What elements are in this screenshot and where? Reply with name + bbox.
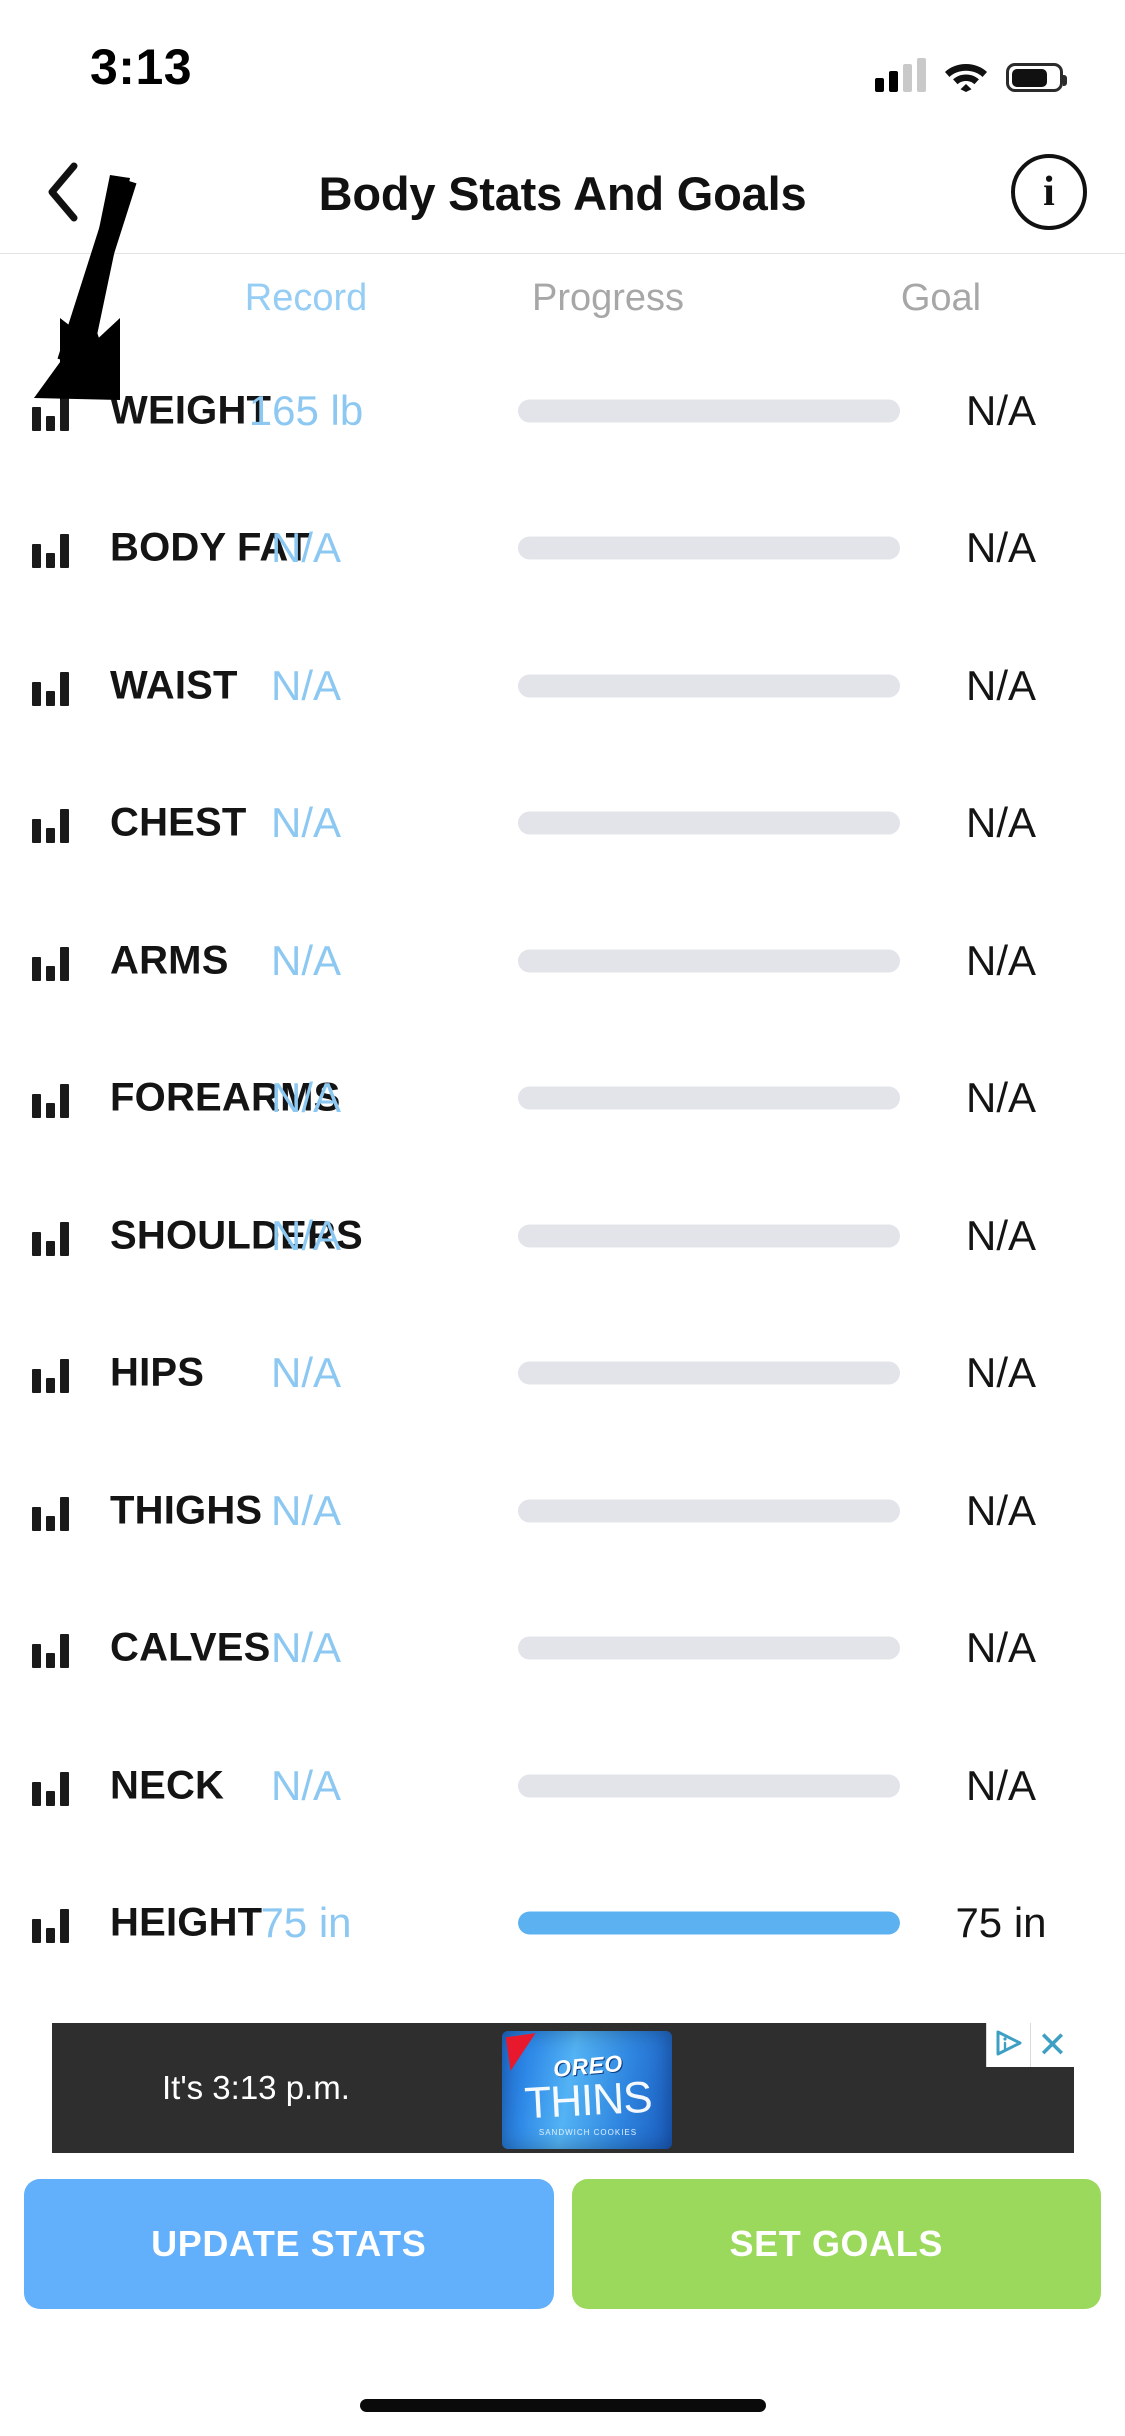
bar-chart-icon bbox=[32, 1078, 72, 1119]
stat-row-record: N/A bbox=[270, 661, 341, 709]
stat-row[interactable]: CALVES N/A N/A bbox=[0, 1580, 1125, 1718]
stat-row[interactable]: SHOULDERS N/A N/A bbox=[0, 1167, 1125, 1305]
stat-row-record: N/A bbox=[270, 799, 341, 847]
ad-product-image: OREO THINS SANDWICH COOKIES bbox=[502, 2031, 672, 2149]
stat-row-goal: 75 in bbox=[955, 1899, 1047, 1947]
stat-row-goal: N/A bbox=[965, 1074, 1036, 1122]
bar-chart-icon bbox=[32, 528, 72, 569]
ad-product-text: THINS bbox=[523, 2072, 653, 2129]
bar-chart-icon bbox=[32, 803, 72, 844]
stat-row-progress-bar bbox=[518, 1636, 900, 1660]
stat-row-goal: N/A bbox=[965, 386, 1036, 434]
home-indicator-bar[interactable] bbox=[359, 2399, 766, 2412]
stat-row-record: N/A bbox=[270, 1624, 341, 1672]
stat-row-record: 165 lb bbox=[248, 386, 364, 434]
stat-row-progress-bar bbox=[518, 1361, 900, 1385]
bar-chart-icon bbox=[32, 1766, 72, 1806]
wifi-icon bbox=[944, 58, 988, 92]
stat-row-goal: N/A bbox=[965, 1761, 1036, 1809]
bar-chart-icon bbox=[32, 1216, 72, 1256]
bar-chart-icon bbox=[32, 941, 72, 981]
ad-banner[interactable]: It's 3:13 p.m. OREO THINS SANDWICH COOKI… bbox=[52, 2023, 1074, 2153]
column-header-goal: Goal bbox=[900, 276, 982, 319]
ad-headline-text: It's 3:13 p.m. bbox=[162, 2069, 350, 2106]
status-bar-time: 3:13 bbox=[90, 39, 193, 95]
stat-row-progress-bar bbox=[518, 674, 900, 698]
stat-row-goal: N/A bbox=[965, 799, 1036, 847]
ad-close-button[interactable]: ✕ bbox=[1030, 2023, 1074, 2067]
bar-chart-icon bbox=[32, 1353, 72, 1394]
stat-row-record: N/A bbox=[270, 524, 341, 572]
stat-row[interactable]: WAIST N/A N/A bbox=[0, 617, 1125, 755]
stat-row-record: 75 in bbox=[260, 1899, 352, 1947]
phone-screen: 3:13 Body Stats And Goals i Record Progr… bbox=[0, 0, 1125, 2436]
stat-row[interactable]: NECK N/A N/A bbox=[0, 1717, 1125, 1855]
stat-row-goal: N/A bbox=[965, 1486, 1036, 1534]
stat-row-goal: N/A bbox=[965, 936, 1036, 984]
adchoices-button[interactable] bbox=[986, 2023, 1030, 2067]
ad-product-sub: SANDWICH COOKIES bbox=[538, 2128, 638, 2137]
adchoices-triangle-icon bbox=[994, 2028, 1024, 2063]
stat-row-record: N/A bbox=[270, 1211, 341, 1259]
battery-icon bbox=[1006, 63, 1067, 92]
status-bar: 3:13 bbox=[0, 0, 1125, 132]
column-header-progress: Progress bbox=[531, 276, 685, 319]
stat-row-record: N/A bbox=[270, 1486, 341, 1534]
stat-row[interactable]: ARMS N/A N/A bbox=[0, 892, 1125, 1030]
bar-chart-icon bbox=[32, 1491, 72, 1531]
stat-row[interactable]: THIGHS N/A N/A bbox=[0, 1442, 1125, 1580]
column-headers: Record Progress Goal bbox=[0, 254, 1125, 342]
navigation-bar: Body Stats And Goals i bbox=[0, 132, 1125, 254]
stat-row-goal: N/A bbox=[965, 1624, 1036, 1672]
stat-row[interactable]: BODY FAT N/A N/A bbox=[0, 480, 1125, 618]
column-header-record: Record bbox=[244, 276, 368, 319]
bar-chart-icon bbox=[32, 391, 72, 431]
stat-row-progress-bar bbox=[518, 1774, 900, 1798]
stat-row-record: N/A bbox=[270, 1074, 341, 1122]
bar-chart-icon bbox=[32, 1628, 72, 1669]
ad-controls: ✕ bbox=[986, 2023, 1074, 2067]
set-goals-button[interactable]: SET GOALS bbox=[571, 2179, 1101, 2309]
info-button[interactable]: i bbox=[1011, 154, 1087, 230]
stat-row-goal: N/A bbox=[965, 1349, 1036, 1397]
stat-row[interactable]: HIPS N/A N/A bbox=[0, 1305, 1125, 1443]
stat-row[interactable]: CHEST N/A N/A bbox=[0, 755, 1125, 893]
stat-row[interactable]: WEIGHT 165 lb N/A bbox=[0, 342, 1125, 480]
stat-row-goal: N/A bbox=[965, 524, 1036, 572]
stats-list: WEIGHT 165 lb N/A BODY FAT N/A N/A WAIST N/A N/A… bbox=[0, 342, 1125, 1982]
stat-row-progress-bar bbox=[518, 399, 900, 423]
page-title: Body Stats And Goals bbox=[318, 166, 807, 220]
stat-row-record: N/A bbox=[270, 1349, 341, 1397]
status-bar-indicators bbox=[875, 48, 1067, 92]
stat-row-progress-bar bbox=[518, 1911, 900, 1935]
stat-row-progress-bar bbox=[518, 811, 900, 835]
stat-row-progress-bar bbox=[518, 1086, 900, 1110]
cellular-signal-icon bbox=[875, 58, 926, 92]
info-icon-letter: i bbox=[1043, 169, 1055, 215]
stat-row-progress-bar bbox=[518, 1224, 900, 1248]
stat-row-record: N/A bbox=[270, 936, 341, 984]
stat-row[interactable]: FOREARMS N/A N/A bbox=[0, 1030, 1125, 1168]
close-x-icon: ✕ bbox=[1037, 2024, 1068, 2065]
stat-row[interactable]: HEIGHT 75 in 75 in bbox=[0, 1855, 1125, 1993]
stat-row-record: N/A bbox=[270, 1761, 341, 1809]
update-stats-button[interactable]: UPDATE STATS bbox=[24, 2179, 554, 2309]
action-button-bar: UPDATE STATS SET GOALS bbox=[0, 2179, 1125, 2309]
stat-row-progress-bar bbox=[518, 1499, 900, 1523]
stat-row-progress-bar bbox=[518, 949, 900, 973]
bar-chart-icon bbox=[32, 666, 72, 706]
stat-row-name: HIPS bbox=[110, 1350, 205, 1395]
stat-row-goal: N/A bbox=[965, 1211, 1036, 1259]
stat-row-progress-bar bbox=[518, 536, 900, 560]
bar-chart-icon bbox=[32, 1903, 72, 1944]
stat-row-goal: N/A bbox=[965, 661, 1036, 709]
